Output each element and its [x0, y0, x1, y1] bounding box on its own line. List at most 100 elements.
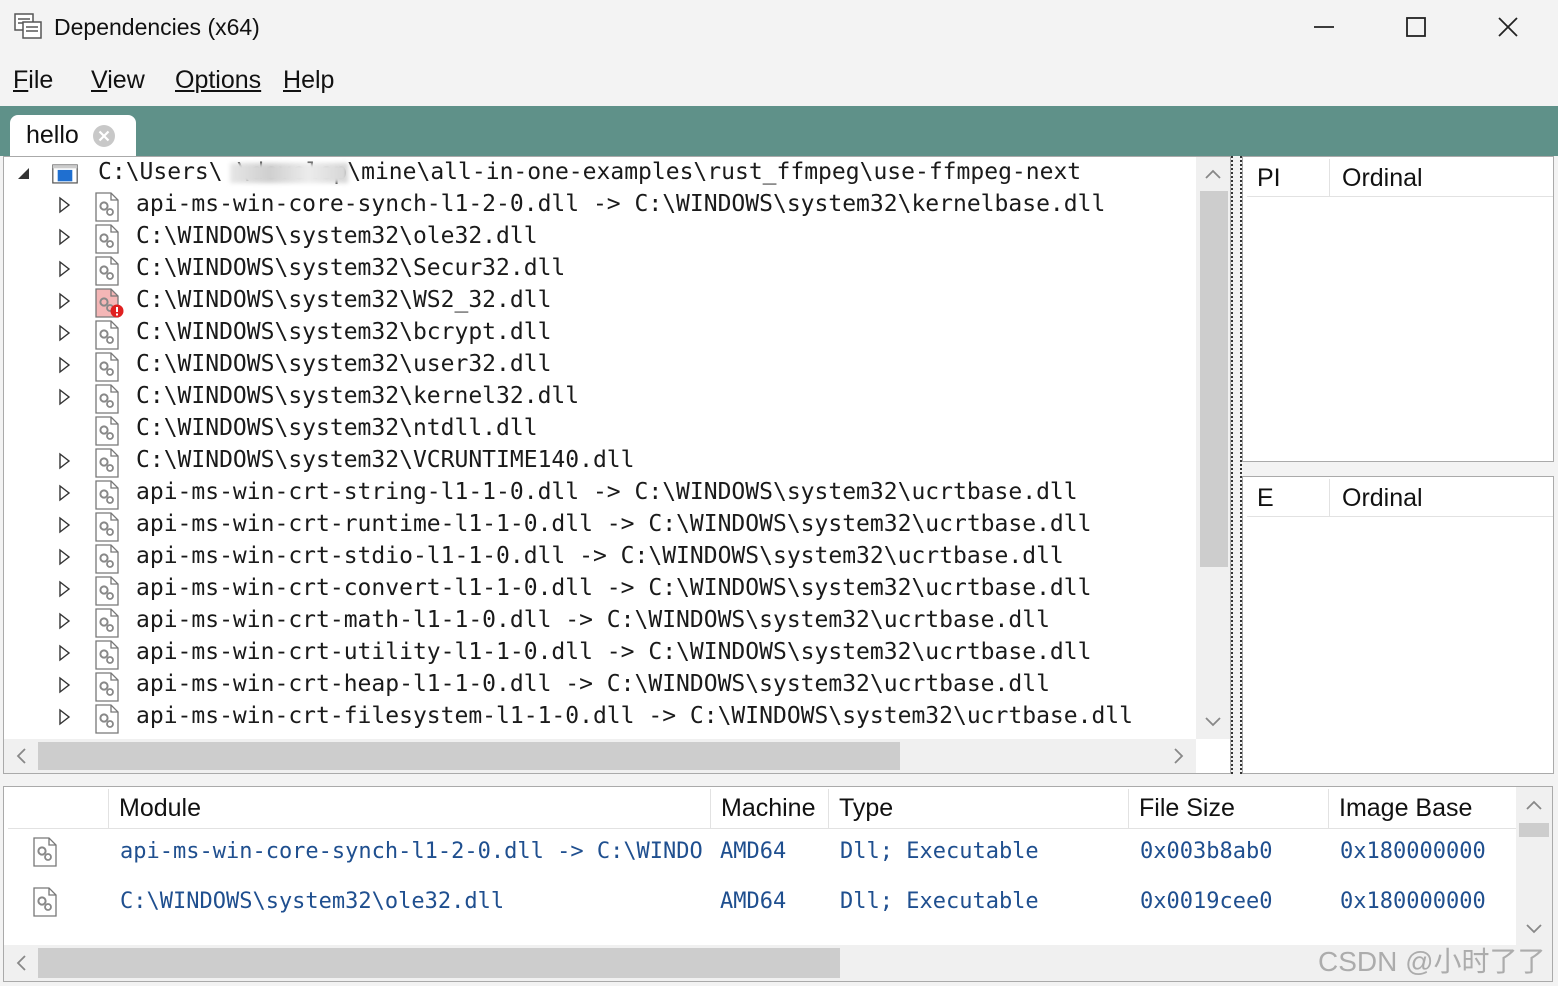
dll-icon	[94, 448, 120, 478]
column-image-base[interactable]: Image Base	[1328, 789, 1516, 829]
expand-arrow-icon[interactable]	[55, 580, 73, 598]
expand-arrow-icon[interactable]	[55, 484, 73, 502]
dll-icon	[32, 837, 58, 867]
tree-item-label: api-ms-win-crt-string-l1-1-0.dll -> C:\W…	[136, 479, 1078, 505]
close-button[interactable]	[1462, 0, 1554, 54]
tree-item[interactable]: api-ms-win-crt-filesystem-l1-1-0.dll -> …	[4, 701, 1196, 734]
dll-icon	[94, 320, 120, 350]
module-scroll-left-button[interactable]	[6, 948, 36, 978]
tree-rows: C:\Users\ \develop\mine\all-in-one-examp…	[4, 157, 1196, 739]
module-row[interactable]: C:\WINDOWS\system32\ole32.dll AMD64 Dll; E…	[4, 879, 1516, 929]
dll-icon	[94, 704, 120, 734]
module-vertical-scroll-thumb[interactable]	[1519, 823, 1549, 837]
expand-arrow-icon[interactable]	[55, 644, 73, 662]
tree-item-label: C:\WINDOWS\system32\kernel32.dll	[136, 383, 580, 409]
tree-horizontal-scroll-thumb[interactable]	[38, 742, 900, 770]
menu-options-mnemonic: O	[175, 66, 195, 94]
dll-icon	[94, 192, 120, 222]
tree-vertical-scrollbar[interactable]	[1196, 157, 1230, 739]
tree-item[interactable]: api-ms-win-crt-stdio-l1-1-0.dll -> C:\WI…	[4, 541, 1196, 574]
tab-hello[interactable]: hello	[10, 115, 136, 157]
expand-arrow-icon[interactable]	[55, 612, 73, 630]
imports-panel[interactable]: PI Ordinal	[1242, 156, 1554, 462]
dll-icon	[94, 608, 120, 638]
tree-item[interactable]: api-ms-win-crt-heap-l1-1-0.dll -> C:\WIN…	[4, 669, 1196, 702]
column-module[interactable]: Module	[108, 789, 710, 829]
watermark: CSDN @小时了了	[1318, 946, 1546, 977]
tree-item[interactable]: api-ms-win-crt-string-l1-1-0.dll -> C:\W…	[4, 477, 1196, 510]
tree-item[interactable]: C:\WINDOWS\system32\kernel32.dll	[4, 381, 1196, 414]
maximize-icon	[1406, 17, 1426, 37]
expand-arrow-icon[interactable]	[55, 324, 73, 342]
expand-arrow-icon[interactable]	[55, 196, 73, 214]
exports-col-ordinal[interactable]: Ordinal	[1329, 479, 1553, 517]
tree-item-label: api-ms-win-crt-runtime-l1-1-0.dll -> C:\…	[136, 511, 1092, 537]
chevron-right-icon	[1174, 748, 1184, 764]
tree-item[interactable]: api-ms-win-crt-convert-l1-1-0.dll -> C:\…	[4, 573, 1196, 606]
collapse-arrow-icon[interactable]	[14, 164, 32, 182]
tree-item[interactable]: api-ms-win-crt-utility-l1-1-0.dll -> C:\…	[4, 637, 1196, 670]
tree-item-label: api-ms-win-crt-utility-l1-1-0.dll -> C:\…	[136, 639, 1092, 665]
module-vertical-scrollbar[interactable]	[1516, 787, 1552, 945]
menu-file-mnemonic: F	[13, 66, 29, 94]
column-type[interactable]: Type	[828, 789, 1128, 829]
tab-label: hello	[26, 121, 79, 149]
vertical-splitter[interactable]	[1231, 156, 1242, 774]
scroll-down-button[interactable]	[1198, 707, 1228, 737]
module-scroll-up-button[interactable]	[1519, 790, 1549, 820]
scroll-left-button[interactable]	[6, 741, 36, 771]
tree-root-row[interactable]: C:\Users\ \develop\mine\all-in-one-examp…	[4, 157, 1196, 189]
dll-icon	[94, 672, 120, 702]
tree-horizontal-scrollbar[interactable]	[4, 739, 1196, 773]
expand-arrow-icon[interactable]	[55, 516, 73, 534]
expand-arrow-icon[interactable]	[55, 676, 73, 694]
tree-item[interactable]: C:\WINDOWS\system32\bcrypt.dll	[4, 317, 1196, 350]
maximize-button[interactable]	[1370, 0, 1462, 54]
cell-module: api-ms-win-core-synch-l1-2-0.dll -> C:\W…	[120, 839, 702, 864]
module-horizontal-scroll-thumb[interactable]	[38, 948, 840, 978]
menu-view[interactable]: View	[91, 66, 145, 95]
imports-col-pi[interactable]: PI	[1257, 159, 1329, 197]
expand-arrow-icon[interactable]	[55, 548, 73, 566]
module-row[interactable]: api-ms-win-core-synch-l1-2-0.dll -> C:\W…	[4, 829, 1516, 879]
imports-col-ordinal[interactable]: Ordinal	[1329, 159, 1553, 197]
tree-vertical-scroll-thumb[interactable]	[1200, 191, 1228, 567]
tree-item[interactable]: C:\WINDOWS\system32\ole32.dll	[4, 221, 1196, 254]
menu-file[interactable]: File	[13, 66, 53, 95]
expand-arrow-icon[interactable]	[55, 388, 73, 406]
menu-help[interactable]: Help	[283, 66, 334, 95]
executable-icon	[52, 164, 78, 184]
tree-item[interactable]: api-ms-win-core-synch-l1-2-0.dll -> C:\W…	[4, 189, 1196, 222]
column-file-size[interactable]: File Size	[1128, 789, 1328, 829]
minimize-button[interactable]	[1278, 0, 1370, 54]
expand-arrow-icon[interactable]	[55, 228, 73, 246]
tree-item[interactable]: api-ms-win-crt-math-l1-1-0.dll -> C:\WIN…	[4, 605, 1196, 638]
horizontal-splitter[interactable]	[0, 774, 1558, 786]
exports-panel[interactable]: E Ordinal	[1242, 476, 1554, 774]
scroll-up-button[interactable]	[1198, 159, 1228, 189]
chevron-up-icon	[1526, 800, 1542, 810]
tree-item[interactable]: C:\WINDOWS\system32\user32.dll	[4, 349, 1196, 382]
window-title: Dependencies (x64)	[54, 14, 260, 40]
dependency-tree[interactable]: C:\Users\ \develop\mine\all-in-one-examp…	[3, 156, 1231, 774]
expand-arrow-icon[interactable]	[55, 356, 73, 374]
tree-item-label: api-ms-win-crt-stdio-l1-1-0.dll -> C:\WI…	[136, 543, 1064, 569]
tree-item[interactable]: C:\WINDOWS\system32\ntdll.dll	[4, 413, 1196, 446]
scroll-right-button[interactable]	[1164, 741, 1194, 771]
menu-options[interactable]: Options	[175, 66, 261, 95]
expand-arrow-icon[interactable]	[55, 260, 73, 278]
tab-close-icon[interactable]	[92, 124, 116, 148]
expand-arrow-icon[interactable]	[55, 452, 73, 470]
tree-item[interactable]: C:\WINDOWS\system32\VCRUNTIME140.dll	[4, 445, 1196, 478]
tree-item[interactable]: C:\WINDOWS\system32\WS2_32.dll	[4, 285, 1196, 318]
redacted-username	[230, 163, 348, 183]
tree-item-label: api-ms-win-crt-heap-l1-1-0.dll -> C:\WIN…	[136, 671, 1050, 697]
tree-item[interactable]: C:\WINDOWS\system32\Secur32.dll	[4, 253, 1196, 286]
expand-arrow-icon[interactable]	[55, 292, 73, 310]
exports-col-e[interactable]: E	[1257, 479, 1329, 517]
tree-item[interactable]: api-ms-win-crt-runtime-l1-1-0.dll -> C:\…	[4, 509, 1196, 542]
cell-machine: AMD64	[720, 839, 787, 864]
column-machine[interactable]: Machine	[710, 789, 828, 829]
expand-arrow-icon[interactable]	[55, 708, 73, 726]
dll-icon	[94, 576, 120, 606]
